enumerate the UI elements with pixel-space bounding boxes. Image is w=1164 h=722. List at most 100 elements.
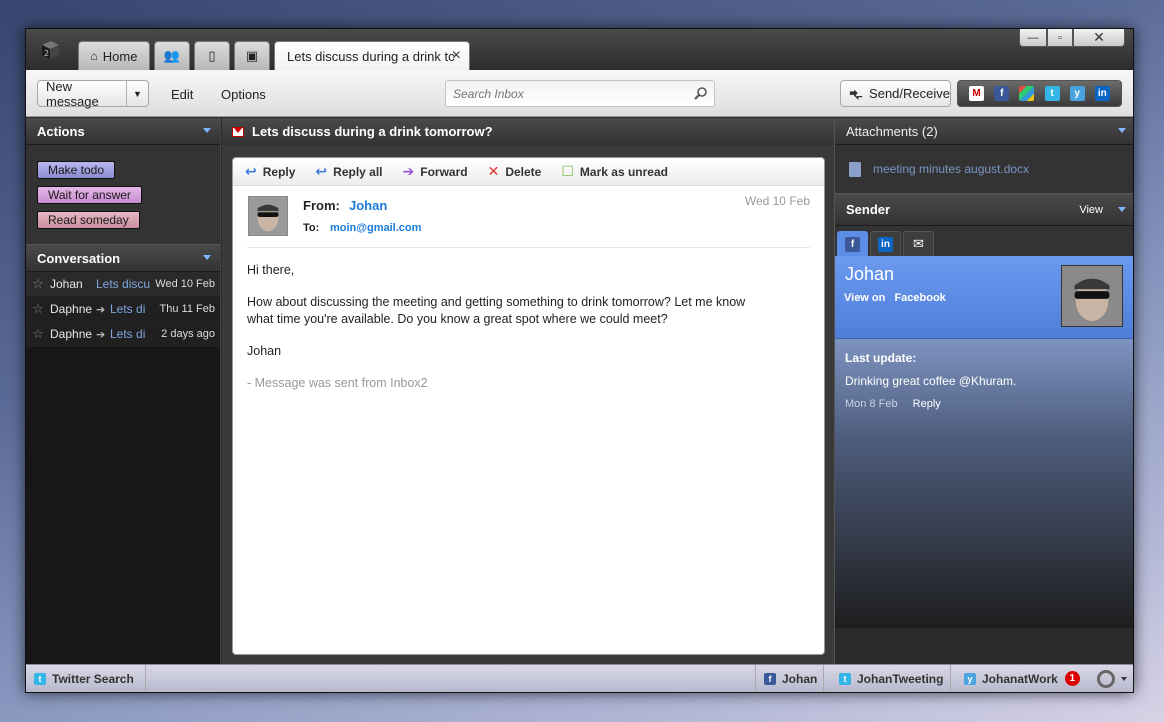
account-johantweeting-label: JohanTweeting [857,671,944,686]
tab-home[interactable]: ⌂ Home [78,41,150,70]
close-tab-icon[interactable]: × [452,47,461,65]
conversation-row[interactable]: ☆ Daphne ➔ Lets di 2 days ago [26,322,220,347]
avatar[interactable] [248,196,288,236]
reply-button[interactable]: ↩ Reply [245,163,295,180]
attachments-header[interactable]: Attachments (2) [835,118,1133,145]
edit-menu[interactable]: Edit [171,87,193,102]
svg-text:2: 2 [44,49,49,58]
message-signature: - Message was sent from Inbox2 [247,376,428,390]
conversation-sender: Daphne [50,302,93,316]
conversation-row[interactable]: ☆ Johan Lets discu Wed 10 Feb [26,272,220,297]
search-box [445,80,715,107]
tab-documents[interactable]: ▯ [194,41,230,70]
account-johan-label: Johan [782,671,818,686]
reply-all-icon: ↩ [315,163,328,179]
star-icon[interactable]: ☆ [31,326,45,342]
forward-button[interactable]: ➔ Forward [403,163,468,180]
actions-header[interactable]: Actions [26,118,220,145]
new-message-dropdown-icon[interactable]: ▼ [127,89,148,99]
conversation-subject: Lets di [110,327,146,341]
body-paragraph: How about discussing the meeting and get… [247,295,746,326]
from-label: From: [303,198,340,213]
facebook-link[interactable]: Facebook [894,292,945,304]
make-todo-button[interactable]: Make todo [37,161,116,179]
message-card: ↩ Reply ↩ Reply all ➔ Forward ✕ Delete ☐ [232,157,825,655]
tab-facebook[interactable]: f [837,231,868,256]
conversation-row[interactable]: ☆ Daphne ➔ Lets di Thu 11 Feb [26,297,220,322]
message-subject: Lets discuss during a drink tomorrow? [252,124,493,139]
mark-as-unread-button[interactable]: ☐ Mark as unread [561,163,668,180]
account-johanatwork[interactable]: y JohanatWork 1 [956,665,1092,692]
chevron-down-icon[interactable] [1121,677,1127,681]
gmail-icon[interactable]: M [969,86,985,101]
delete-button[interactable]: ✕ Delete [488,163,542,180]
send-receive-icon [849,89,863,100]
conversation-title: Conversation [37,250,121,266]
attachments-title: Attachments (2) [846,123,938,139]
view-on-text: View on [844,292,886,304]
chevron-down-icon[interactable] [1118,128,1126,133]
checkbox-icon: ☐ [561,163,574,179]
star-icon[interactable]: ☆ [31,301,45,317]
contacts-icon: 👥 [163,48,181,63]
account-johantweeting[interactable]: t JohanTweeting [831,665,951,692]
search-icon[interactable] [694,86,708,100]
twitter-icon[interactable]: t [1044,86,1060,101]
last-update-label: Last update: [845,351,917,365]
last-update-date: Mon 8 Feb [845,398,898,410]
last-update-meta: Mon 8 Feb Reply [845,398,1125,410]
reply-link[interactable]: Reply [913,398,941,410]
delete-icon: ✕ [487,163,500,179]
reply-all-button[interactable]: ↩ Reply all [315,163,382,180]
conversation-subject: Lets di [110,302,146,316]
close-window-button[interactable]: ✕ [1073,29,1125,47]
chevron-down-icon[interactable] [203,255,211,260]
from-sender-link[interactable]: Johan [349,198,387,213]
wait-for-answer-button[interactable]: Wait for answer [37,186,142,204]
app-logo-icon[interactable]: 2 [38,38,62,62]
read-someday-button[interactable]: Read someday [37,211,140,229]
message-actions: ↩ Reply ↩ Reply all ➔ Forward ✕ Delete ☐ [233,158,824,186]
toolbar: New message ▼ Edit Options Send/Receive … [26,70,1133,117]
tab-message[interactable]: Lets discuss during a drink tc × [274,41,470,70]
conversation-header[interactable]: Conversation [26,245,220,272]
chevron-down-icon[interactable] [203,128,211,133]
linkedin-icon[interactable]: in [1094,86,1110,101]
message-subject-bar: Lets discuss during a drink tomorrow? [222,118,834,145]
actions-title: Actions [37,123,85,139]
windows-live-icon[interactable] [1019,86,1035,101]
search-input[interactable] [446,81,686,106]
forward-label: Forward [420,164,468,179]
twitter-icon: t [34,672,46,685]
attachment-item[interactable]: meeting minutes august.docx [835,145,1133,194]
new-message-button[interactable]: New message ▼ [37,79,149,109]
images-icon: ▣ [245,48,259,63]
minimize-button[interactable]: — [1019,29,1047,47]
tab-images[interactable]: ▣ [234,41,270,70]
sender-header: Sender View [835,194,1133,226]
facebook-icon[interactable]: f [994,86,1010,101]
chevron-down-icon[interactable] [1118,207,1126,212]
gmail-icon [232,126,244,137]
sender-network-tabs: f in ✉ [835,226,1133,256]
sender-avatar[interactable] [1061,265,1123,327]
tab-contacts[interactable]: 👥 [154,41,190,70]
maximize-button[interactable]: ▫ [1047,29,1073,47]
send-receive-button[interactable]: Send/Receive [840,80,951,107]
body-paragraph: Johan [247,344,282,358]
to-recipient-link[interactable]: moin@gmail.com [330,222,421,234]
facebook-icon: f [845,236,860,252]
tab-email[interactable]: ✉ [903,231,934,256]
star-icon[interactable]: ☆ [31,276,45,292]
conversation-sender: Johan [50,277,83,291]
tab-linkedin[interactable]: in [870,231,901,256]
home-icon: ⌂ [90,49,98,63]
conversation-date: 2 days ago [161,328,215,340]
delete-label: Delete [505,164,542,179]
view-button[interactable]: View [1079,204,1103,216]
yammer-icon[interactable]: y [1069,86,1085,101]
sync-status-icon[interactable] [1097,670,1115,688]
options-menu[interactable]: Options [221,87,266,102]
account-johan[interactable]: f Johan [755,665,824,692]
twitter-search-item[interactable]: t Twitter Search [26,665,146,692]
